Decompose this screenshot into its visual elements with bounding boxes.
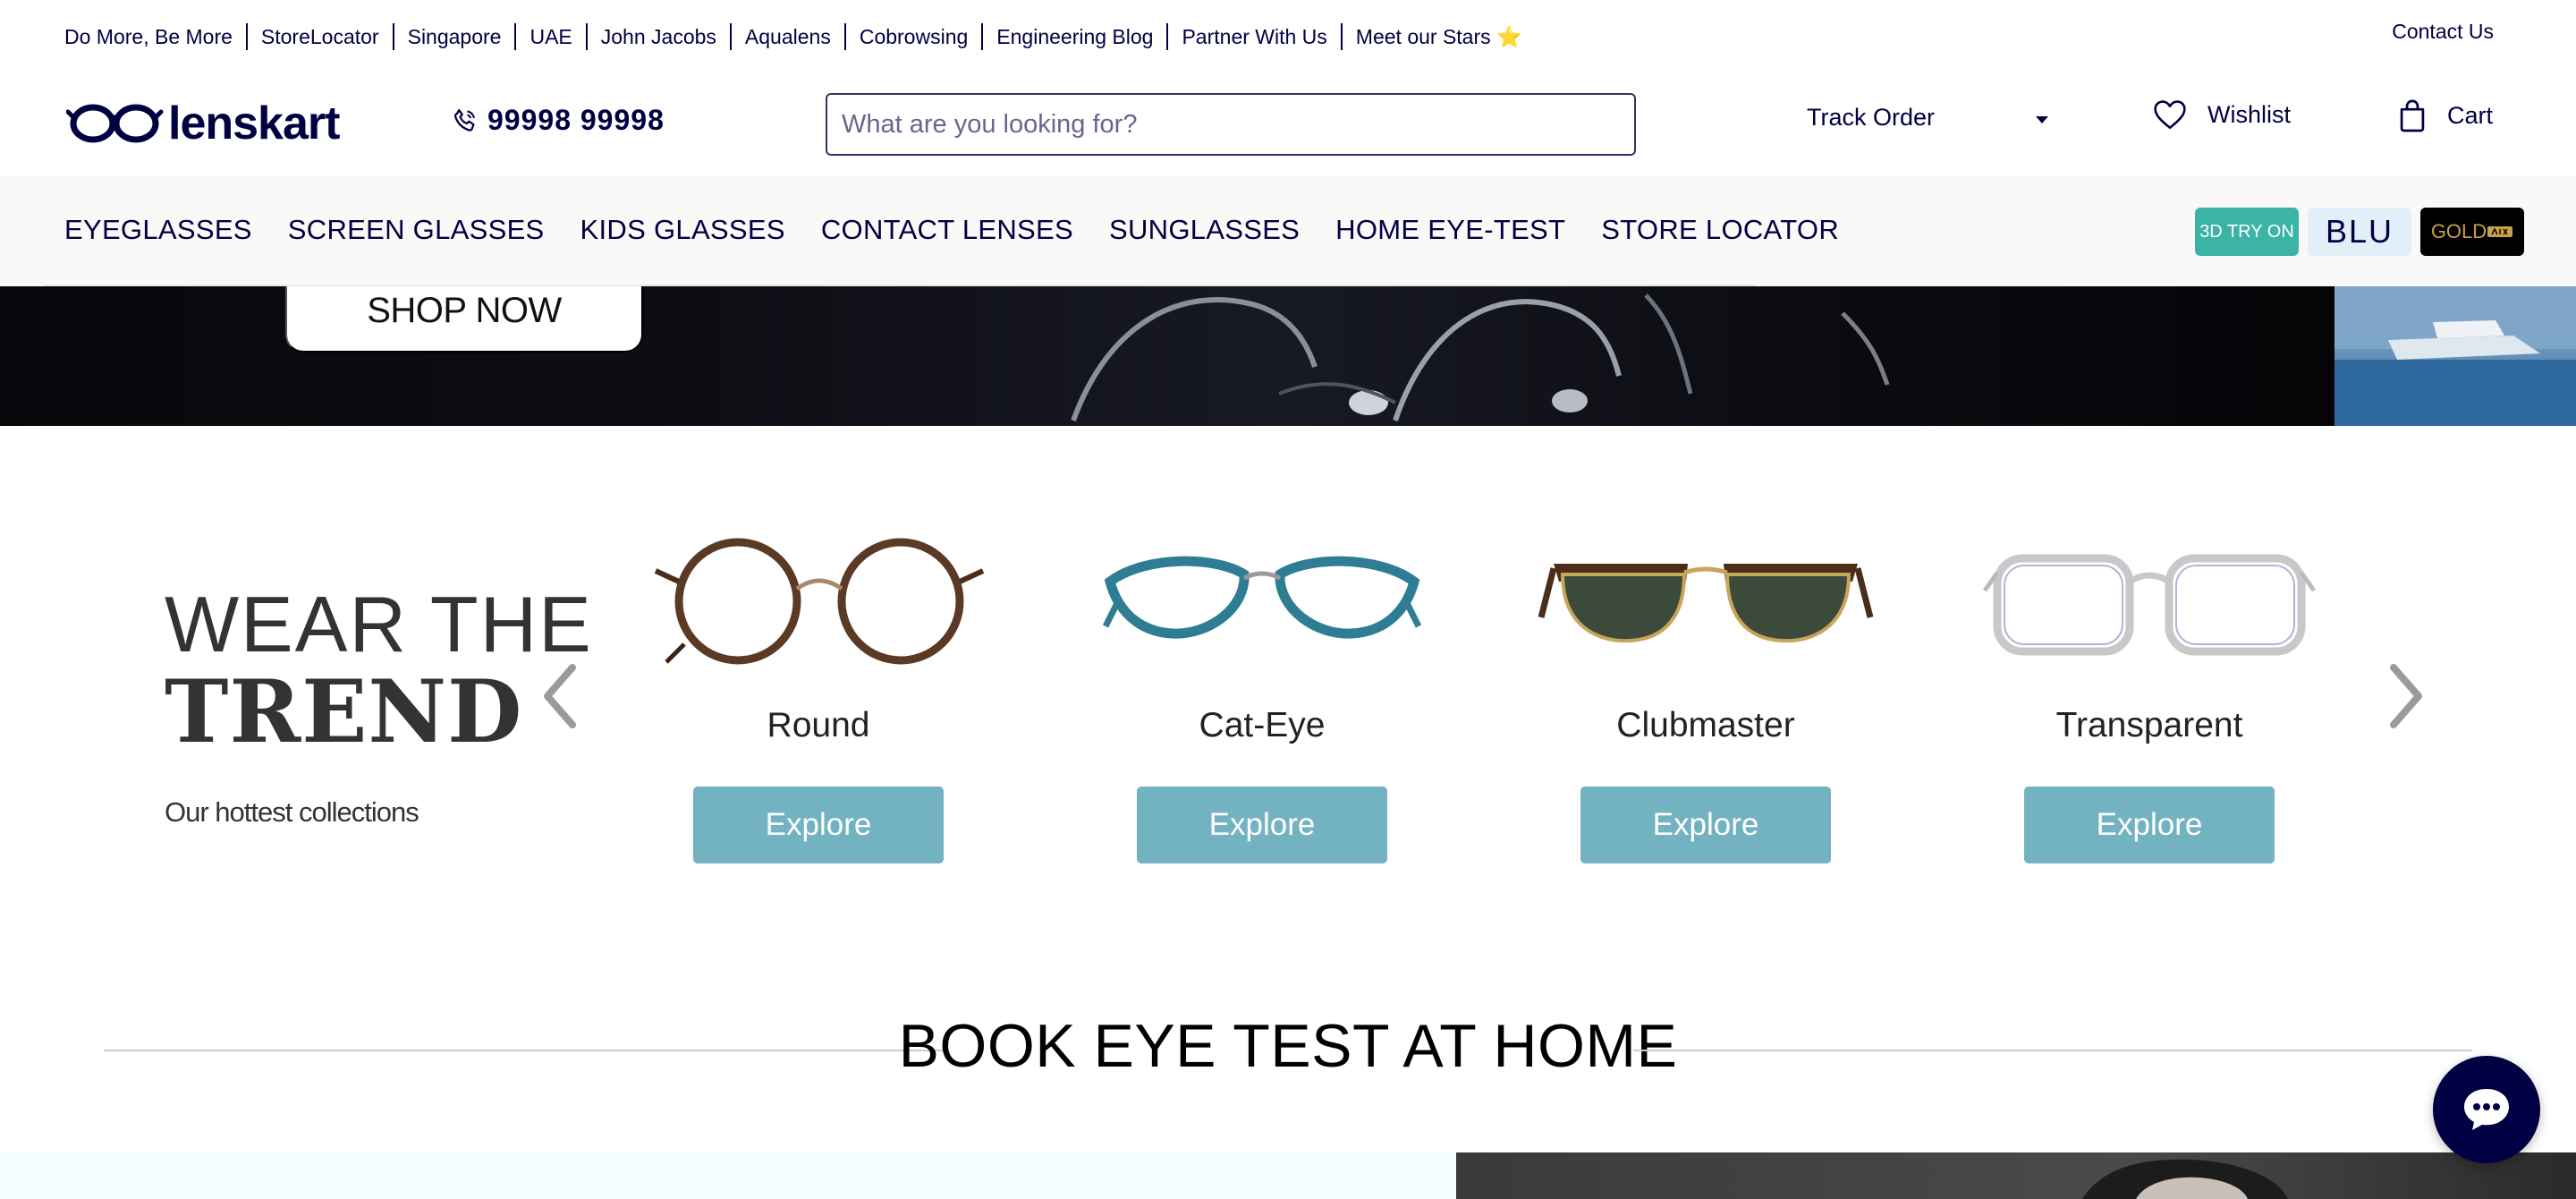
lenskart-logo[interactable]: lenskart xyxy=(66,97,340,150)
nav-home-eye-test[interactable]: HOME EYE-TEST xyxy=(1335,214,1565,246)
trend-heading: WEAR THE TREND xyxy=(165,582,593,757)
top-link-do-more[interactable]: Do More, Be More xyxy=(64,23,246,50)
cart-link[interactable]: Cart xyxy=(2397,98,2493,132)
eye-test-promo-image xyxy=(1456,1152,2576,1199)
phone-icon xyxy=(453,108,475,132)
collection-name: Round xyxy=(767,706,870,744)
heart-icon xyxy=(2154,100,2186,130)
trend-heading-line1: WEAR THE xyxy=(165,580,593,668)
blu-badge[interactable]: BLU xyxy=(2308,208,2411,256)
hero-banner-next-slide[interactable] xyxy=(2334,286,2576,426)
carousel-prev-arrow-icon[interactable] xyxy=(537,660,581,732)
top-link-meet-stars[interactable]: Meet our Stars ⭐ xyxy=(1340,23,1536,50)
feature-badges: 3D TRY ON BLU GOLD xyxy=(2186,208,2524,256)
phone-contact[interactable]: 99998 99998 xyxy=(452,104,665,137)
track-order-dropdown[interactable]: Track Order xyxy=(1807,104,2048,132)
nav-kids-glasses[interactable]: KIDS GLASSES xyxy=(580,214,785,246)
chat-widget-button[interactable] xyxy=(2433,1056,2540,1163)
nav-store-locator[interactable]: STORE LOCATOR xyxy=(1601,214,1839,246)
top-link-john-jacobs[interactable]: John Jacobs xyxy=(585,23,730,50)
boat-image xyxy=(2334,286,2576,426)
collection-name: Transparent xyxy=(2055,706,2243,744)
clubmaster-sunglasses-image xyxy=(1538,564,1874,643)
person-photo-image xyxy=(2082,1159,2288,1199)
cat-eye-glasses-image xyxy=(1102,556,1422,639)
explore-button-clubmaster[interactable]: Explore xyxy=(1580,787,1831,863)
carousel-next-arrow-icon[interactable] xyxy=(2385,660,2429,732)
explore-button-round[interactable]: Explore xyxy=(693,787,944,863)
phone-number: 99998 99998 xyxy=(487,104,665,136)
gold-max-tag-icon xyxy=(2487,226,2513,237)
top-link-cobrowsing[interactable]: Cobrowsing xyxy=(843,23,981,50)
round-glasses-image xyxy=(654,538,985,665)
logo-text: lenskart xyxy=(168,98,340,149)
track-order-label: Track Order xyxy=(1807,104,1936,131)
collection-card-round: Round Explore xyxy=(640,519,997,877)
transparent-glasses-image xyxy=(1982,554,2317,656)
collection-name: Cat-Eye xyxy=(1199,706,1326,744)
3d-try-on-badge[interactable]: 3D TRY ON xyxy=(2195,208,2299,256)
collection-card-cat-eye: Cat-Eye Explore xyxy=(1083,519,1441,877)
cart-label: Cart xyxy=(2447,101,2494,129)
contact-us-link[interactable]: Contact Us xyxy=(2392,20,2494,44)
wishlist-label: Wishlist xyxy=(2207,100,2291,128)
eye-test-promo-panel xyxy=(0,1152,1456,1199)
book-eye-test-header: BOOK EYE TEST AT HOME xyxy=(104,1011,2472,1083)
shopping-bag-icon xyxy=(2400,99,2425,132)
gold-max-badge[interactable]: GOLD xyxy=(2420,208,2524,256)
top-link-aqualens[interactable]: Aqualens xyxy=(729,23,844,50)
divider-right xyxy=(1633,1050,2472,1051)
logo-glasses-icon xyxy=(66,104,164,143)
chat-bubble-icon xyxy=(2464,1089,2509,1130)
top-links: Do More, Be More StoreLocator Singapore … xyxy=(64,23,1536,50)
explore-button-transparent[interactable]: Explore xyxy=(2024,787,2275,863)
top-link-partner[interactable]: Partner With Us xyxy=(1166,23,1340,50)
main-header: lenskart 99998 99998 Track Order Wishlis… xyxy=(0,75,2576,175)
gold-badge-label: GOLD xyxy=(2430,220,2487,242)
nav-eyeglasses[interactable]: EYEGLASSES xyxy=(64,214,252,246)
book-eye-test-title: BOOK EYE TEST AT HOME xyxy=(898,1012,1678,1080)
wishlist-link[interactable]: Wishlist xyxy=(2152,98,2291,131)
trend-heading-line2: TREND xyxy=(165,661,523,762)
top-link-engineering-blog[interactable]: Engineering Blog xyxy=(981,23,1166,50)
top-link-singapore[interactable]: Singapore xyxy=(392,23,515,50)
category-navbar: EYEGLASSES SCREEN GLASSES KIDS GLASSES C… xyxy=(0,175,2576,286)
explore-button-cat-eye[interactable]: Explore xyxy=(1137,787,1387,863)
nav-screen-glasses[interactable]: SCREEN GLASSES xyxy=(288,214,545,246)
category-menu: EYEGLASSES SCREEN GLASSES KIDS GLASSES C… xyxy=(45,175,1839,286)
collection-card-clubmaster: Clubmaster Explore xyxy=(1527,519,1885,877)
collection-name: Clubmaster xyxy=(1616,706,1795,744)
collection-card-transparent: Transparent Explore xyxy=(1970,519,2328,877)
trend-subtitle: Our hottest collections xyxy=(165,796,419,828)
top-link-storelocator[interactable]: StoreLocator xyxy=(245,23,393,50)
caret-down-icon xyxy=(2036,115,2048,123)
top-utility-bar: Do More, Be More StoreLocator Singapore … xyxy=(0,0,2576,75)
top-link-uae[interactable]: UAE xyxy=(514,23,585,50)
search-input[interactable] xyxy=(826,93,1636,156)
nav-sunglasses[interactable]: SUNGLASSES xyxy=(1109,214,1300,246)
nav-contact-lenses[interactable]: CONTACT LENSES xyxy=(821,214,1073,246)
